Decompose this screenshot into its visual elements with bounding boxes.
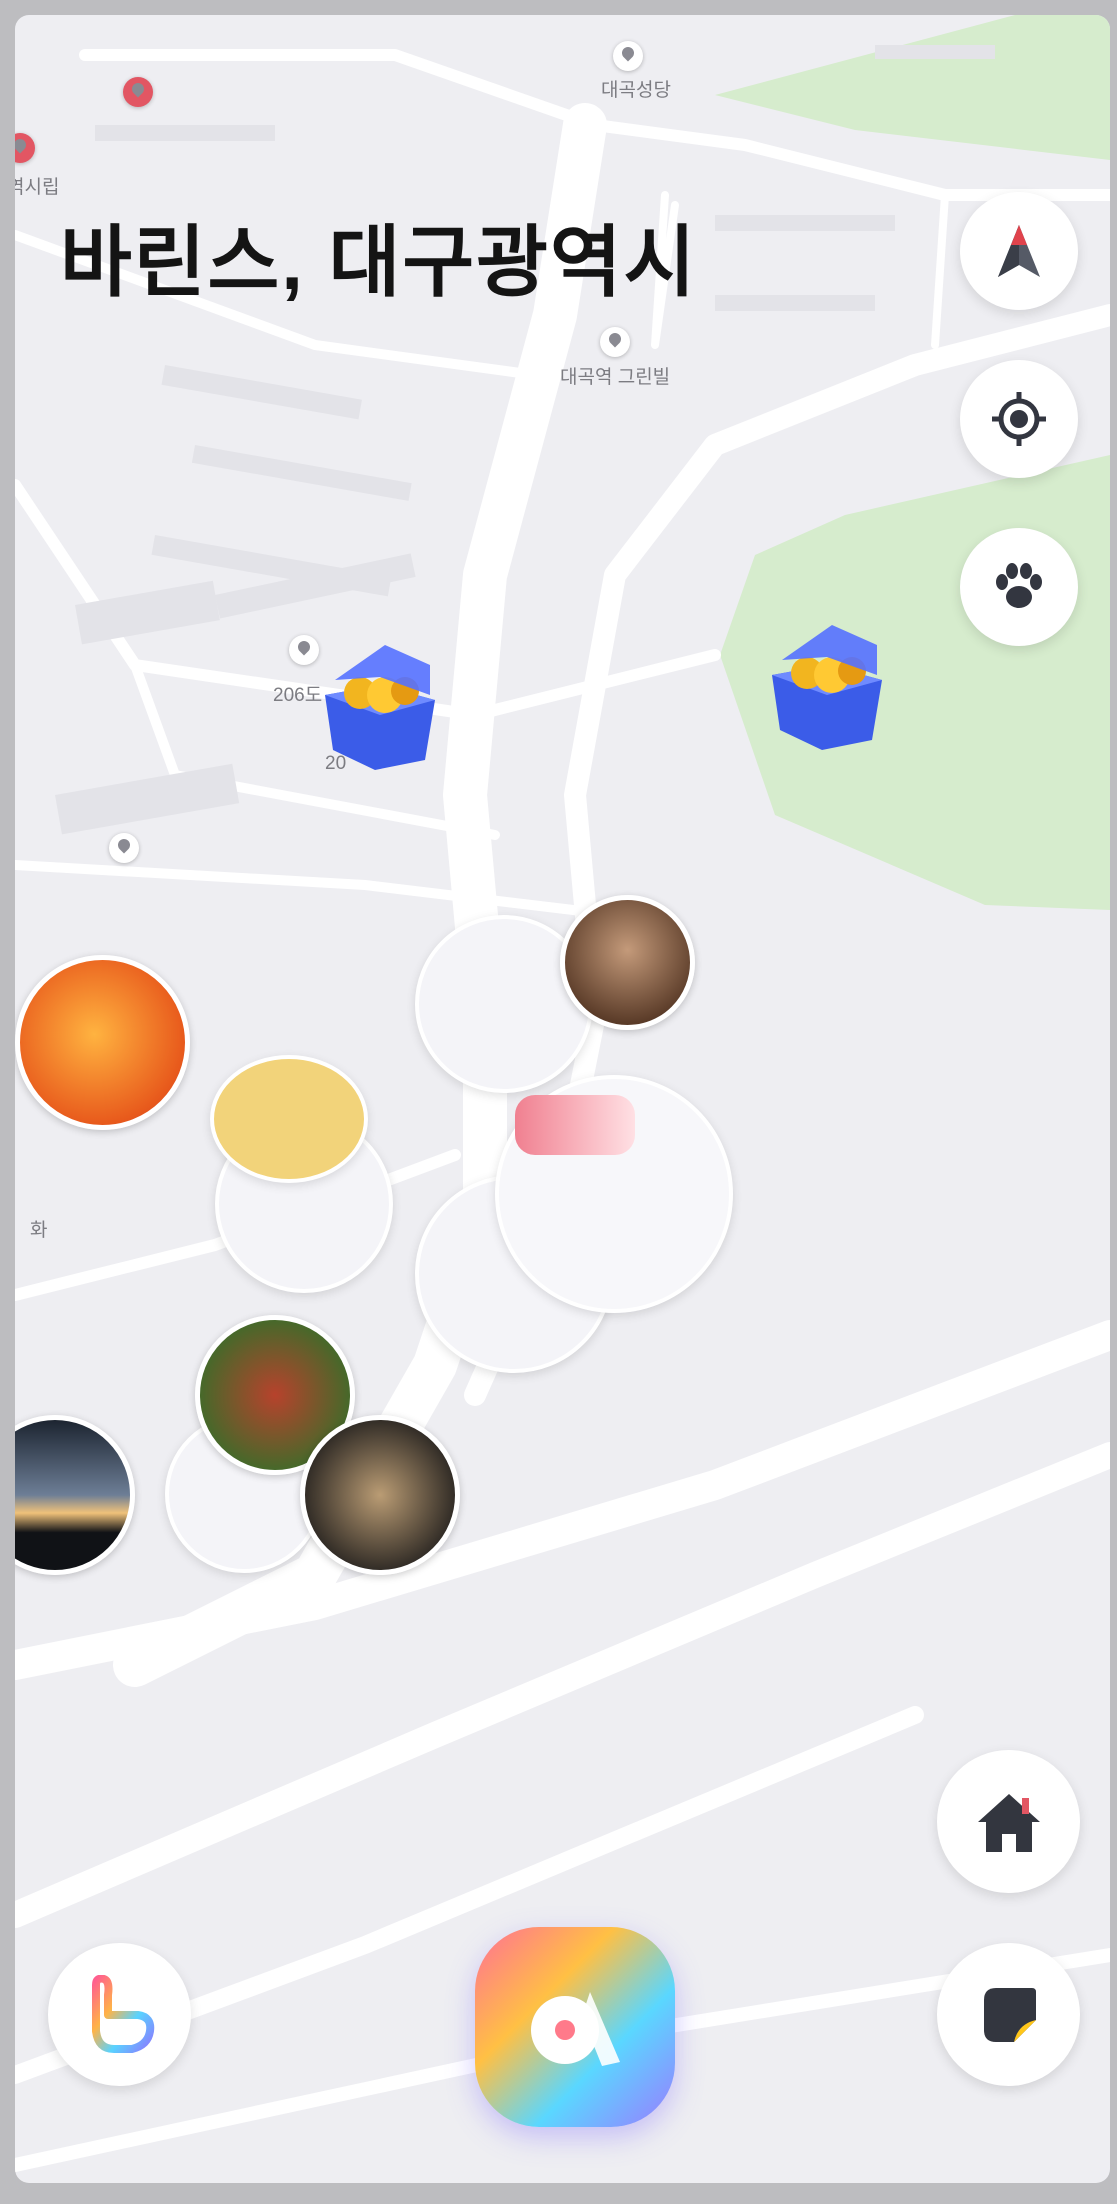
building <box>875 45 995 59</box>
poi-label[interactable]: 대곡성당 <box>601 75 671 102</box>
building <box>191 445 412 501</box>
location-title: 바린스, 대구광역시 <box>60 218 698 306</box>
home-button[interactable] <box>937 1750 1080 1893</box>
app-logo-icon <box>531 1992 620 2066</box>
park-area <box>715 15 1110 160</box>
apartment-poi-pin[interactable] <box>600 327 630 357</box>
main-app-button[interactable] <box>475 1927 675 2127</box>
treasure-chest[interactable] <box>305 625 455 775</box>
pets-button[interactable] <box>960 528 1078 646</box>
compass-button[interactable] <box>960 192 1078 310</box>
building <box>55 763 240 835</box>
treasure-chest[interactable] <box>752 605 902 755</box>
like-button[interactable] <box>48 1943 191 2086</box>
treasure-chest-icon <box>772 625 882 750</box>
building <box>715 295 875 311</box>
church-poi-pin[interactable] <box>613 41 643 71</box>
navigation-arrow-icon <box>998 225 1040 277</box>
road <box>931 191 949 349</box>
post-button[interactable] <box>937 1943 1080 2086</box>
emoji-sticker[interactable] <box>515 1095 635 1155</box>
poi-label[interactable]: 화 <box>30 1215 47 1242</box>
poi-pin[interactable] <box>109 833 139 863</box>
building <box>75 580 220 645</box>
treasure-chest-icon <box>325 645 435 770</box>
home-icon <box>977 1793 1040 1852</box>
building <box>95 125 275 141</box>
crosshair-icon <box>992 392 1046 446</box>
building <box>161 364 362 420</box>
poi-label[interactable]: 대곡역 그린빌 <box>560 362 670 389</box>
user-avatar[interactable] <box>560 895 695 1030</box>
map-screen: 대곡성당 대곡역 그린빌 역시립 206도 20 화 바린스, 대구광역시 <box>15 15 1110 2183</box>
user-avatar[interactable] <box>15 955 190 1130</box>
sticker-icon <box>983 1987 1036 2042</box>
poi-label[interactable]: 역시립 <box>15 172 59 199</box>
my-location-button[interactable] <box>960 360 1078 478</box>
user-bubble[interactable] <box>210 1055 368 1183</box>
road <box>15 860 620 920</box>
medical-poi-pin[interactable] <box>123 77 153 107</box>
user-avatar[interactable] <box>300 1415 460 1575</box>
paw-icon <box>996 563 1042 608</box>
building <box>715 215 895 231</box>
thumbs-up-icon <box>91 1974 154 2053</box>
